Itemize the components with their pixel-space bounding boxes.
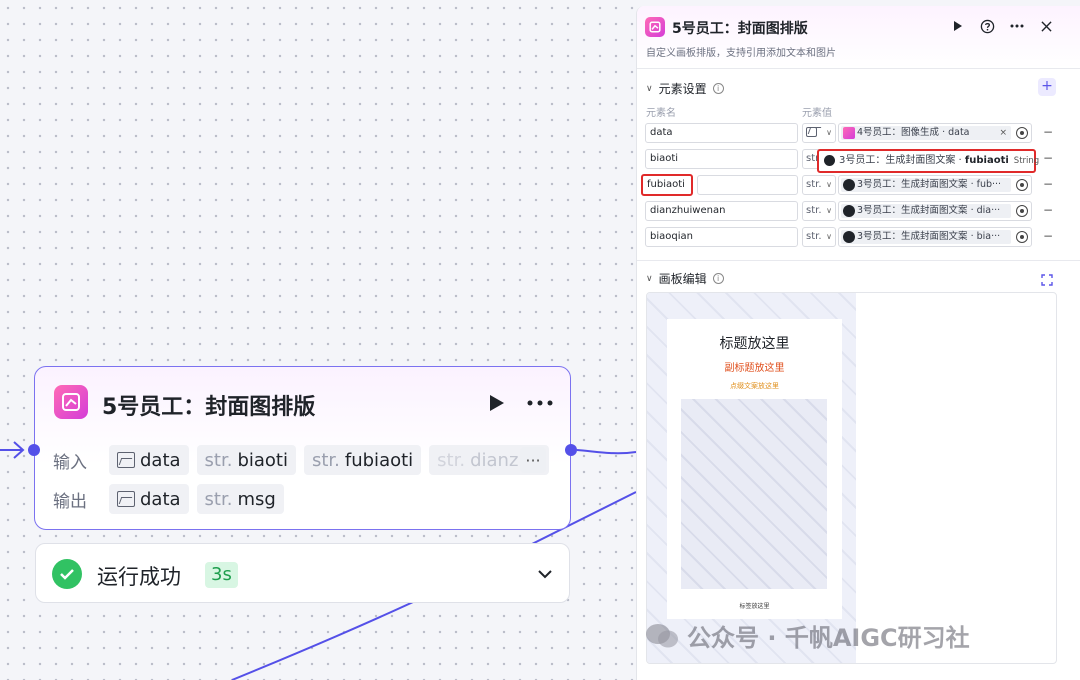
element-row: data ∨ 4号员工：图像生成 · data × − — [645, 123, 1065, 143]
chevron-down-icon[interactable] — [535, 564, 555, 584]
reference-tag[interactable]: 3号员工：生成封面图文案 · fub··· — [841, 178, 1011, 192]
layout-icon — [843, 127, 855, 139]
run-status[interactable]: 运行成功 3s — [35, 543, 570, 603]
image-icon — [117, 452, 135, 468]
input-chip-data[interactable]: data — [109, 445, 189, 475]
output-chip-data[interactable]: data — [109, 484, 189, 514]
chevron-down-icon: ∨ — [826, 128, 832, 137]
image-icon — [806, 127, 817, 137]
element-name-input-rest[interactable] — [697, 175, 798, 195]
variable-picker-icon[interactable] — [1016, 231, 1028, 243]
element-name-input[interactable]: biaoti — [645, 149, 798, 169]
reference-tag[interactable]: 3号员工：生成封面图文案 · dia··· — [841, 204, 1011, 218]
node-outputs: 输出 data str. msg — [53, 484, 284, 514]
divider — [637, 260, 1080, 261]
chevron-down-icon: ∨ — [826, 206, 832, 215]
layout-icon — [54, 385, 88, 419]
status-text: 运行成功 — [97, 565, 181, 589]
input-chip-fubiaoti[interactable]: str. fubiaoti — [303, 445, 422, 475]
remove-row-button[interactable]: − — [1043, 203, 1053, 217]
artboard-subtitle[interactable]: 副标题放这里 — [667, 359, 842, 374]
element-row: biaoqian str. ∨ 3号员工：生成封面图文案 · bia··· − — [645, 227, 1065, 247]
panel-title: 5号员工：封面图排版 — [672, 21, 808, 37]
success-check-icon — [52, 559, 82, 589]
element-type-select[interactable]: str.∨ — [802, 227, 836, 247]
element-type-select[interactable]: str.∨ — [802, 201, 836, 221]
artboard-tag[interactable]: 标签放这里 — [667, 601, 842, 610]
reference-tooltip: 3号员工：生成封面图文案 · fubiaoti String — [817, 149, 1039, 173]
artboard-title[interactable]: 标题放这里 — [667, 333, 842, 353]
wechat-icon — [645, 623, 679, 649]
workflow-canvas[interactable]: 5号员工：封面图排版 输入 data str. biaoti str. fubiao… — [0, 0, 636, 680]
input-chip-biaoti[interactable]: str. biaoti — [196, 445, 296, 475]
watermark: 公众号 · 千帆AIGC研习社 — [645, 618, 970, 653]
chevron-down-icon: ∨ — [826, 180, 832, 189]
reference-tag[interactable]: 4号员工：图像生成 · data × — [841, 126, 1011, 140]
panel-description: 自定义画板排版，支持引用添加文本和图片 — [646, 48, 836, 59]
element-value-field[interactable]: 4号员工：图像生成 · data × — [838, 123, 1032, 143]
remove-row-button[interactable]: − — [1043, 177, 1053, 191]
element-value-field[interactable]: 3号员工：生成封面图文案 · fub··· — [838, 175, 1032, 195]
output-label: 输出 — [53, 491, 87, 512]
expand-icon[interactable] — [1041, 271, 1053, 286]
chevron-down-icon: ∨ — [646, 83, 653, 94]
artboard-accent-text[interactable]: 点缀文案放这里 — [667, 381, 842, 391]
element-type-select[interactable]: ∨ — [802, 123, 836, 143]
artboard-image-placeholder[interactable] — [681, 399, 827, 589]
remove-row-button[interactable]: − — [1043, 125, 1053, 139]
more-icon[interactable] — [1007, 16, 1027, 36]
run-icon[interactable] — [948, 16, 968, 36]
run-icon[interactable] — [487, 392, 507, 414]
add-element-button[interactable]: + — [1038, 78, 1056, 96]
agent-icon — [843, 179, 855, 191]
chevron-down-icon: ∨ — [646, 273, 653, 284]
remove-row-button[interactable]: − — [1043, 151, 1053, 165]
workflow-node[interactable]: 5号员工：封面图排版 输入 data str. biaoti str. fubiao… — [34, 366, 571, 530]
element-row: dianzhuiwenan str. ∨ 3号员工：生成封面图文案 · dia··… — [645, 201, 1065, 221]
element-name-input-highlighted[interactable]: fubiaoti — [641, 174, 693, 196]
node-settings-panel: 5号员工：封面图排版 自定义画板排版，支持引用添加文本和图片 ∨ 元素设置 i … — [636, 6, 1080, 680]
column-header-value: 元素值 — [802, 108, 832, 119]
element-name-input[interactable]: data — [645, 123, 798, 143]
reference-tag[interactable]: 3号员工：生成封面图文案 · bia··· — [841, 230, 1011, 244]
output-chip-msg[interactable]: str. msg — [196, 484, 284, 514]
layout-icon — [645, 17, 665, 37]
close-icon[interactable] — [1036, 16, 1056, 36]
agent-icon — [843, 231, 855, 243]
element-type-select[interactable]: str.∨ — [802, 175, 836, 195]
element-row: fubiaoti str. ∨ 3号员工：生成封面图文案 · fub··· − — [641, 174, 1065, 196]
board-edit-header[interactable]: ∨ 画板编辑 i — [646, 270, 724, 287]
more-inputs-button[interactable]: ··· — [520, 447, 546, 473]
remove-icon[interactable]: × — [999, 126, 1007, 140]
output-port[interactable] — [565, 444, 577, 456]
element-name-input[interactable]: dianzhuiwenan — [645, 201, 798, 221]
chevron-down-icon: ∨ — [826, 232, 832, 241]
node-title: 5号员工：封面图排版 — [102, 395, 316, 420]
element-value-field[interactable]: 3号员工：生成封面图文案 · dia··· — [838, 201, 1032, 221]
info-icon: i — [712, 83, 724, 94]
element-settings-header[interactable]: ∨ 元素设置 i — [646, 80, 724, 97]
divider — [637, 68, 1080, 69]
element-name-input[interactable]: biaoqian — [645, 227, 798, 247]
info-icon: i — [712, 273, 724, 284]
board-editor[interactable]: 标题放这里 副标题放这里 点缀文案放这里 标签放这里 — [646, 292, 1057, 664]
more-icon[interactable] — [525, 393, 555, 413]
agent-icon — [824, 155, 835, 166]
variable-picker-icon[interactable] — [1016, 205, 1028, 217]
agent-icon — [843, 205, 855, 217]
variable-picker-icon[interactable] — [1016, 179, 1028, 191]
help-icon[interactable] — [977, 16, 997, 36]
remove-row-button[interactable]: − — [1043, 229, 1053, 243]
status-duration: 3s — [205, 562, 238, 588]
node-inputs: 输入 data str. biaoti str. fubiaoti str. dian… — [53, 445, 550, 475]
artboard[interactable]: 标题放这里 副标题放这里 点缀文案放这里 标签放这里 — [667, 319, 842, 619]
image-icon — [117, 491, 135, 507]
element-value-field[interactable]: 3号员工：生成封面图文案 · bia··· — [838, 227, 1032, 247]
input-label: 输入 — [53, 452, 87, 473]
variable-picker-icon[interactable] — [1016, 127, 1028, 139]
column-header-name: 元素名 — [646, 108, 676, 119]
input-port[interactable] — [28, 444, 40, 456]
